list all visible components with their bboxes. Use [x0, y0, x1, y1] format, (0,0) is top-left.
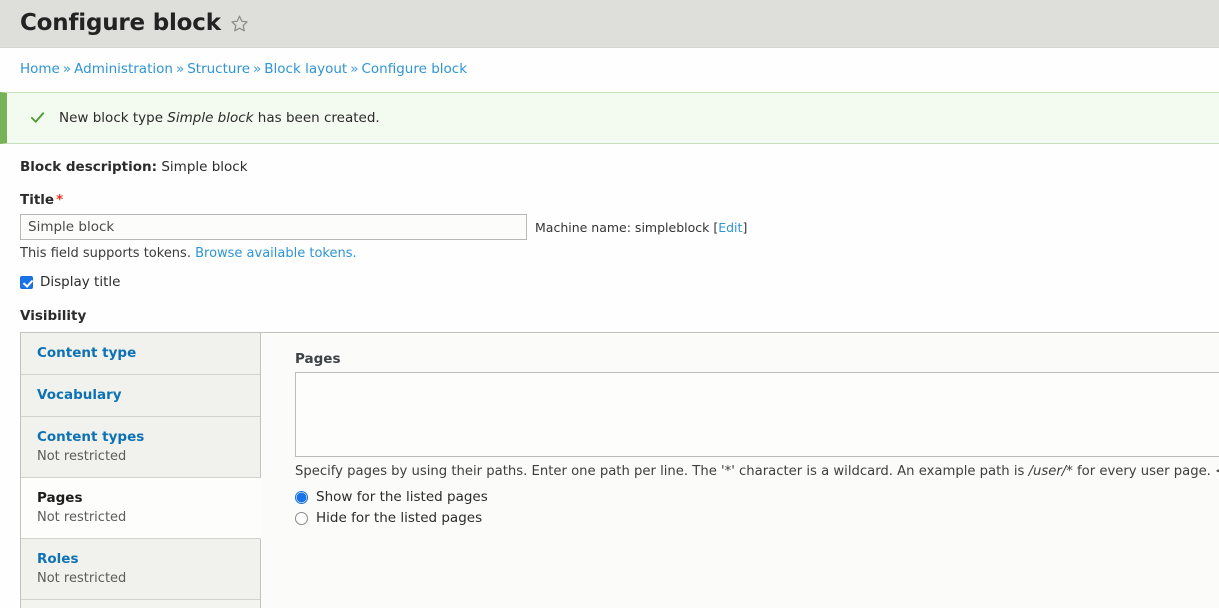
display-title-row: Display title: [20, 274, 1219, 290]
vertical-tab-vocabulary[interactable]: Vocabulary: [21, 374, 260, 417]
pages-desc-front-token: <front>: [1215, 464, 1219, 479]
vertical-tab-content-type[interactable]: Content type: [21, 333, 260, 375]
machine-name-suffix: ]: [742, 219, 748, 235]
required-asterisk: *: [56, 192, 64, 208]
vertical-tab-title: Content type: [37, 345, 137, 361]
radio-row-hide-pages[interactable]: Hide for the listed pages: [295, 510, 1219, 526]
pages-field-label: Pages: [295, 351, 341, 367]
vertical-tabs-list: Content type Vocabulary Content types No…: [21, 333, 261, 608]
breadcrumb-separator: »: [175, 61, 185, 77]
status-suffix: has been created.: [253, 109, 380, 126]
status-message: New block type Simple block has been cre…: [0, 92, 1219, 144]
pages-visibility-radio-group: Show for the listed pages Hide for the l…: [295, 489, 1219, 526]
breadcrumb-separator: »: [253, 61, 262, 77]
vertical-tab-title: Pages: [37, 489, 83, 506]
configure-block-form: Block description: Simple block Title* M…: [0, 159, 1219, 608]
radio-hide-listed-pages-label: Hide for the listed pages: [316, 510, 483, 526]
block-description-value: Simple block: [161, 159, 248, 175]
page-header: Configure block: [0, 0, 1219, 48]
title-description-text: This field supports tokens.: [20, 246, 196, 261]
breadcrumb-item-structure[interactable]: Structure: [187, 61, 250, 77]
vertical-tab-roles[interactable]: Roles Not restricted: [21, 538, 260, 601]
breadcrumb: Home» Administration» Structure» Block layo…: [0, 48, 1219, 87]
display-title-label: Display title: [40, 274, 121, 290]
breadcrumb-separator: »: [350, 61, 359, 77]
breadcrumb-item-block-layout[interactable]: Block layout: [264, 61, 347, 77]
title-input[interactable]: [20, 214, 527, 240]
check-icon: [29, 109, 46, 126]
breadcrumb-item-home[interactable]: Home: [20, 61, 60, 77]
vertical-tab-summary: Not restricted: [37, 448, 127, 464]
page-title: Configure block: [20, 10, 221, 36]
breadcrumb-item-administration[interactable]: Administration: [74, 61, 173, 77]
pages-field-description: Specify pages by using their paths. Ente…: [295, 464, 1219, 479]
pages-desc-example-path: /user/*: [1028, 464, 1073, 479]
vertical-tab-title: Content types: [37, 428, 145, 445]
title-label-text: Title: [20, 192, 55, 208]
status-prefix: New block type: [59, 109, 168, 126]
vertical-tab-pane-pages: Pages Specify pages by using their paths…: [261, 333, 1219, 608]
machine-name: Machine name: simpleblock [Edit]: [535, 220, 747, 235]
block-description: Block description: Simple block: [20, 159, 1219, 175]
radio-show-listed-pages[interactable]: [295, 490, 308, 504]
radio-hide-listed-pages[interactable]: [295, 511, 308, 525]
title-field-description: This field supports tokens. Browse avail…: [20, 246, 1219, 261]
vertical-tab-summary: Not restricted: [37, 509, 127, 525]
title-field-label: Title *: [20, 192, 1219, 208]
status-message-text: New block type Simple block has been cre…: [59, 110, 380, 126]
block-description-label: Block description:: [20, 159, 158, 175]
pages-desc-part1: Specify pages by using their paths. Ente…: [295, 464, 1029, 479]
machine-name-prefix: Machine name: simpleblock [: [535, 219, 719, 235]
machine-name-edit-link[interactable]: Edit: [718, 220, 742, 235]
vertical-tab-summary: Not restricted: [37, 570, 127, 586]
vertical-tab-title: Roles: [37, 550, 79, 567]
vertical-tab-content-types[interactable]: Content types Not restricted: [21, 416, 260, 478]
pages-desc-part2: for every user page.: [1072, 464, 1216, 479]
pages-textarea[interactable]: [295, 372, 1219, 457]
vertical-tab-title: Vocabulary: [37, 386, 122, 403]
radio-show-listed-pages-label: Show for the listed pages: [316, 489, 488, 505]
radio-row-show-pages[interactable]: Show for the listed pages: [295, 489, 1219, 505]
breadcrumb-separator: »: [62, 61, 72, 77]
vertical-tab-pages[interactable]: Pages Not restricted: [21, 477, 261, 539]
visibility-vertical-tabs: Content type Vocabulary Content types No…: [20, 332, 1219, 608]
title-field-row: Machine name: simpleblock [Edit]: [20, 214, 1219, 240]
breadcrumb-item-configure-block[interactable]: Configure block: [361, 61, 467, 77]
status-emphasis: Simple block: [167, 109, 254, 126]
display-title-checkbox[interactable]: [20, 275, 33, 289]
browse-tokens-link[interactable]: Browse available tokens.: [195, 246, 357, 261]
visibility-section-label: Visibility: [20, 308, 87, 324]
star-outline-icon[interactable]: [230, 14, 249, 33]
